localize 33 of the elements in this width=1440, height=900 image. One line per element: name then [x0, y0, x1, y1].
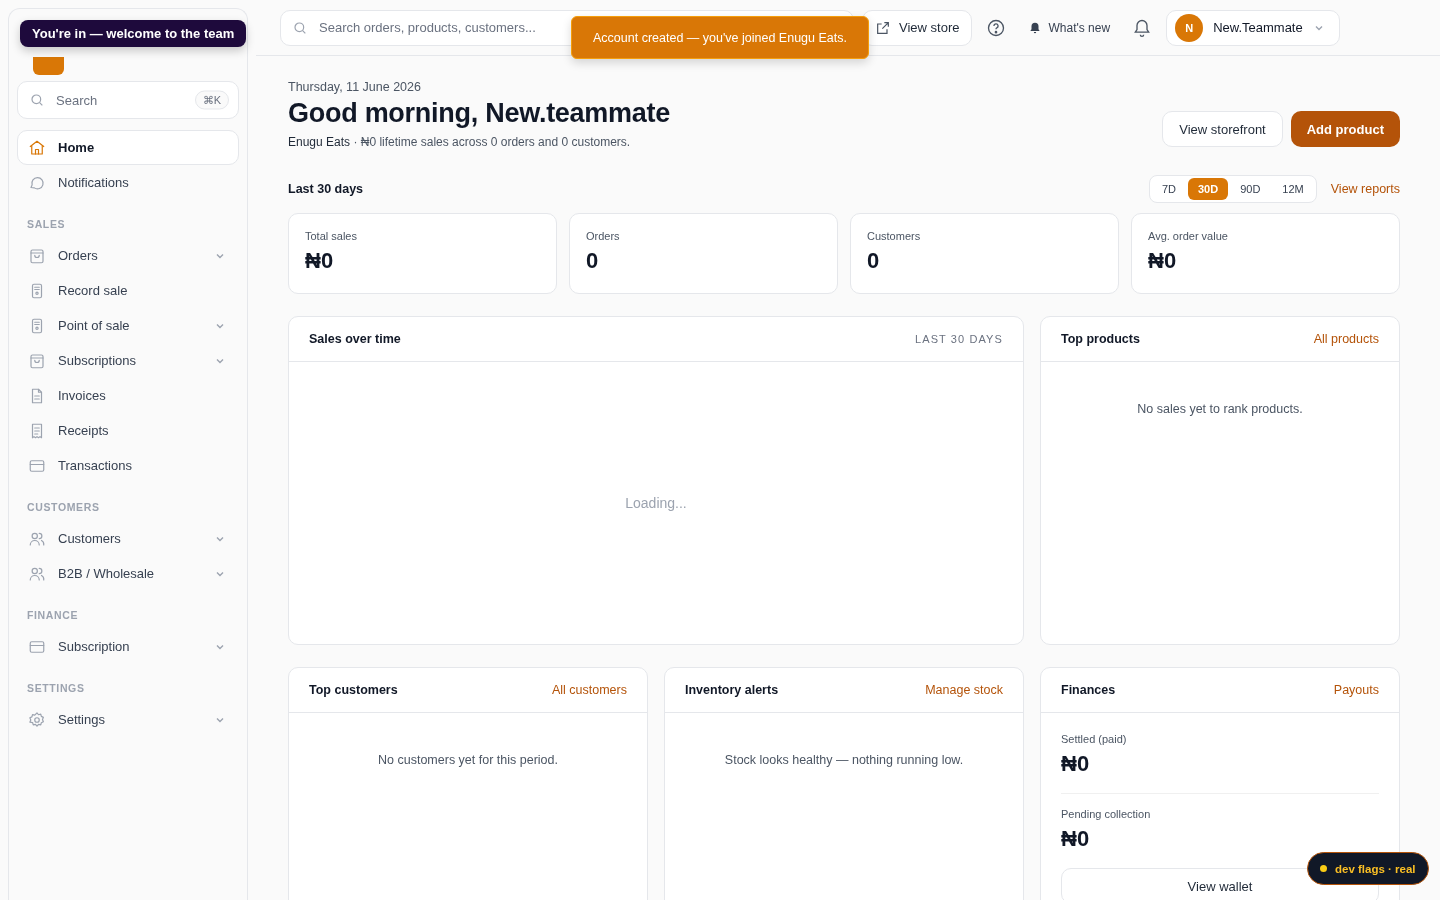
section-heading: SALES	[26, 217, 67, 232]
finance-label: Settled (paid)	[1061, 733, 1128, 745]
date-text: Thursday, 11 June 2026	[288, 80, 422, 94]
stat-label: Orders	[586, 230, 621, 242]
range-label: LAST 30 DAYS	[915, 333, 1003, 345]
card-title: Sales over time	[309, 332, 401, 346]
empty-message: No sales yet to rank products.	[1136, 402, 1304, 416]
card-title: Top products	[1061, 332, 1140, 346]
finance-value: ₦0	[1061, 751, 1091, 777]
greeting-heading: Good morning, New.teammate	[288, 98, 671, 129]
section-heading: SETTINGS	[26, 681, 86, 696]
stat-label: Customers	[867, 230, 922, 242]
card-title: Top customers	[309, 683, 398, 697]
card-title: Inventory alerts	[685, 683, 779, 697]
empty-message: No customers yet for this period.	[377, 753, 559, 767]
account-toast: Account created — you've joined Enugu Eats.	[571, 16, 869, 59]
stat-value: 0	[867, 248, 881, 274]
finance-label: Pending collection	[1061, 808, 1152, 820]
stat-label: Avg. order value	[1148, 230, 1229, 242]
section-heading: FINANCE	[26, 608, 80, 623]
empty-message: Stock looks healthy — nothing running low.	[723, 753, 965, 767]
section-heading: CUSTOMERS	[26, 500, 101, 515]
loading-text: Loading...	[625, 495, 687, 511]
stat-value: ₦0	[305, 248, 335, 274]
summary-text: Enugu Eats · ₦0 lifetime sales across 0 orders and 0 customers.	[288, 135, 632, 149]
stat-value: 0	[586, 248, 600, 274]
stat-value: ₦0	[1148, 248, 1178, 274]
finance-value: ₦0	[1061, 826, 1091, 852]
stat-label: Total sales	[305, 230, 358, 242]
period-title: Last 30 days	[288, 182, 364, 196]
welcome-toast: You're in — welcome to the team	[20, 20, 247, 47]
card-title: Finances	[1061, 683, 1116, 697]
avatar: N	[1175, 13, 1204, 42]
